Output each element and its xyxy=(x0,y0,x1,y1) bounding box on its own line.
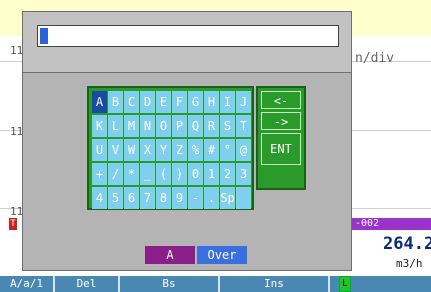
key-2-3[interactable]: X xyxy=(140,139,155,161)
text-cursor xyxy=(40,28,48,44)
key-1-0[interactable]: K xyxy=(92,115,107,137)
key-3-4[interactable]: ( xyxy=(156,163,171,185)
key-3-0[interactable]: + xyxy=(92,163,107,185)
key-1-9[interactable]: T xyxy=(236,115,251,137)
key-1-5[interactable]: P xyxy=(172,115,187,137)
key-4-4[interactable]: 8 xyxy=(156,187,171,209)
key-4-0[interactable]: 4 xyxy=(92,187,107,209)
reading-value: 264.2 xyxy=(383,234,431,254)
channel-tag: -002 xyxy=(352,218,431,230)
key-3-3[interactable]: _ xyxy=(140,163,155,185)
key-2-5[interactable]: Z xyxy=(172,139,187,161)
key-0-6[interactable]: G xyxy=(188,91,203,113)
insert-mode-indicator[interactable]: Over xyxy=(197,246,247,264)
key-1-7[interactable]: R xyxy=(204,115,219,137)
cursor-right-key[interactable]: -> xyxy=(261,112,301,130)
text-entry-dialog: A B C D E F G H I J K L M N O P Q R S T U V W X Y Z% # ° @ + / * _() 0 1 2 3… xyxy=(22,11,352,271)
key-1-6[interactable]: Q xyxy=(188,115,203,137)
key-3-7[interactable]: 1 xyxy=(204,163,219,185)
key-4-7[interactable]: . xyxy=(204,187,219,209)
fkey-insert[interactable]: Ins xyxy=(220,276,330,292)
fkey-delete[interactable]: Del xyxy=(55,276,120,292)
key-2-1[interactable]: V xyxy=(108,139,123,161)
key-2-0[interactable]: U xyxy=(92,139,107,161)
status-indicator: L xyxy=(339,276,351,292)
fkey-case-toggle[interactable]: A/a/1 xyxy=(0,276,55,292)
key-4-1[interactable]: 5 xyxy=(108,187,123,209)
key-2-8[interactable]: ° xyxy=(220,139,235,161)
key-0-5[interactable]: F xyxy=(172,91,187,113)
key-4-8[interactable]: Sp xyxy=(220,187,235,209)
key-1-2[interactable]: M xyxy=(124,115,139,137)
reading-unit: m3/h xyxy=(396,257,423,270)
key-3-6[interactable]: 0 xyxy=(188,163,203,185)
key-1-4[interactable]: O xyxy=(156,115,171,137)
key-2-7[interactable]: # xyxy=(204,139,219,161)
key-1-8[interactable]: S xyxy=(220,115,235,137)
key-3-2[interactable]: * xyxy=(124,163,139,185)
fkey-backspace[interactable]: Bs xyxy=(120,276,220,292)
key-1-1[interactable]: L xyxy=(108,115,123,137)
key-4-3[interactable]: 7 xyxy=(140,187,155,209)
key-2-6[interactable]: % xyxy=(188,139,203,161)
enter-key[interactable]: ENT xyxy=(261,133,301,165)
key-3-9[interactable]: 3 xyxy=(236,163,251,185)
cursor-left-key[interactable]: <- xyxy=(261,91,301,109)
key-4-2[interactable]: 6 xyxy=(124,187,139,209)
key-0-4[interactable]: E xyxy=(156,91,171,113)
key-0-2[interactable]: C xyxy=(124,91,139,113)
key-4-9 xyxy=(236,187,251,209)
function-key-bar: A/a/1 Del Bs Ins xyxy=(0,276,431,292)
key-3-1[interactable]: / xyxy=(108,163,123,185)
text-input-field[interactable] xyxy=(37,25,339,47)
key-2-2[interactable]: W xyxy=(124,139,139,161)
key-2-9[interactable]: @ xyxy=(236,139,251,161)
key-4-6[interactable]: - xyxy=(188,187,203,209)
key-0-0[interactable]: A xyxy=(92,91,107,113)
case-mode-indicator[interactable]: A xyxy=(145,246,195,264)
dialog-input-section xyxy=(23,12,351,73)
trigger-marker: T xyxy=(9,218,17,230)
key-3-8[interactable]: 2 xyxy=(220,163,235,185)
key-0-9[interactable]: J xyxy=(236,91,251,113)
control-keys: <- -> ENT xyxy=(256,86,306,190)
div-label: n/div xyxy=(355,51,395,66)
character-keypad: A B C D E F G H I J K L M N O P Q R S T U V W X Y Z% # ° @ + / * _() 0 1 2 3… xyxy=(87,86,254,210)
key-0-1[interactable]: B xyxy=(108,91,123,113)
key-3-5[interactable]: ) xyxy=(172,163,187,185)
key-4-5[interactable]: 9 xyxy=(172,187,187,209)
key-2-4[interactable]: Y xyxy=(156,139,171,161)
key-0-7[interactable]: H xyxy=(204,91,219,113)
key-0-3[interactable]: D xyxy=(140,91,155,113)
key-1-3[interactable]: N xyxy=(140,115,155,137)
key-0-8[interactable]: I xyxy=(220,91,235,113)
